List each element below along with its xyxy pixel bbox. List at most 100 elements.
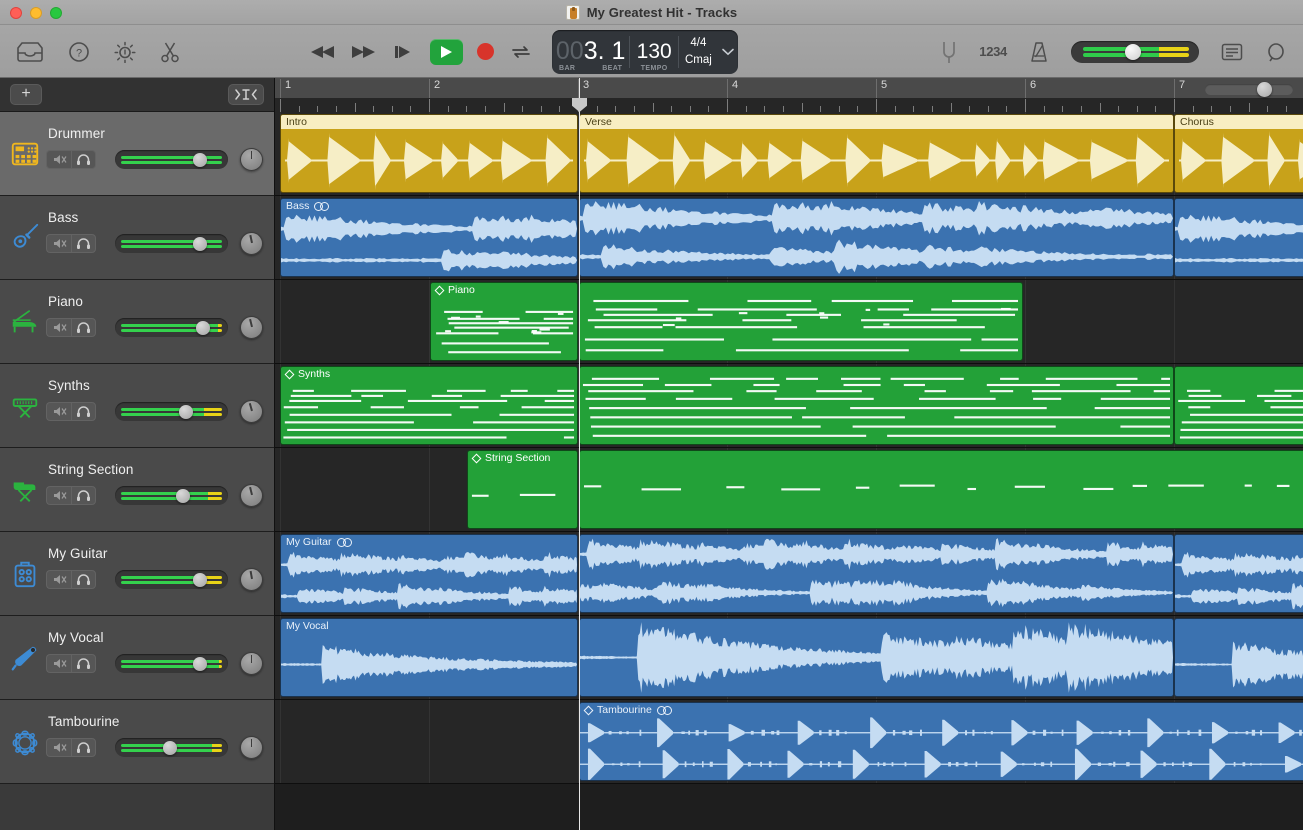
track-volume-fader[interactable] — [115, 318, 228, 337]
tuner-icon[interactable] — [941, 40, 957, 64]
region-my-guitar[interactable] — [579, 534, 1174, 613]
lane-my-guitar[interactable]: My Guitar My Guitar — [275, 532, 1303, 616]
mute-icon[interactable] — [46, 318, 71, 337]
master-volume-slider[interactable] — [1071, 41, 1199, 63]
solo-icon[interactable] — [71, 150, 96, 169]
smart-controls-icon[interactable] — [114, 41, 136, 63]
region-my-guitar[interactable]: My Guitar — [1174, 534, 1303, 613]
track-volume-fader[interactable] — [115, 738, 228, 757]
metronome-icon[interactable] — [1029, 41, 1049, 63]
region-synths[interactable] — [579, 366, 1174, 445]
rewind-button[interactable] — [310, 39, 336, 65]
mute-icon[interactable] — [46, 486, 71, 505]
mute-icon[interactable] — [46, 738, 71, 757]
minimize-button[interactable] — [30, 7, 42, 19]
track-pan-knob[interactable] — [240, 400, 263, 423]
region-tambourine[interactable]: Tambourine — [579, 702, 1303, 781]
solo-icon[interactable] — [71, 234, 96, 253]
mute-icon[interactable] — [46, 570, 71, 589]
track-header-string-section[interactable]: String Section — [0, 448, 274, 532]
solo-icon[interactable] — [71, 318, 96, 337]
lcd-signature-key[interactable]: 4/4 Cmaj — [679, 30, 718, 74]
region-my-guitar[interactable]: My Guitar — [280, 534, 578, 613]
lane-drummer[interactable]: Intro Verse Chorus — [275, 112, 1303, 196]
region-string-section[interactable]: String Section — [467, 450, 578, 529]
record-button[interactable] — [477, 43, 494, 60]
track-volume-fader[interactable] — [115, 486, 228, 505]
track-header-my-guitar[interactable]: My Guitar — [0, 532, 274, 616]
lane-synths[interactable]: Synths Synths — [275, 364, 1303, 448]
track-volume-fader[interactable] — [115, 150, 228, 169]
region-my-vocal[interactable]: My Vocal — [1174, 618, 1303, 697]
master-volume-knob[interactable] — [1125, 44, 1141, 60]
play-button[interactable] — [430, 39, 463, 65]
track-pan-knob[interactable] — [240, 736, 263, 759]
track-volume-fader[interactable] — [115, 234, 228, 253]
track-pan-knob[interactable] — [240, 316, 263, 339]
lcd-position[interactable]: 00 3. 1 BAR BEAT — [552, 30, 629, 74]
library-icon[interactable] — [16, 41, 44, 63]
region-my-vocal[interactable] — [579, 618, 1174, 697]
note-pad-icon[interactable] — [1221, 43, 1243, 61]
lane-my-vocal[interactable]: My Vocal My Vocal — [275, 616, 1303, 700]
track-volume-knob[interactable] — [193, 153, 207, 167]
track-volume-fader[interactable] — [115, 402, 228, 421]
cycle-button[interactable] — [508, 39, 534, 65]
track-header-drummer[interactable]: Drummer — [0, 112, 274, 196]
region-string-section[interactable] — [579, 450, 1303, 529]
lane-string-section[interactable]: String Section — [275, 448, 1303, 532]
track-pan-knob[interactable] — [240, 652, 263, 675]
zoom-slider[interactable] — [1205, 84, 1293, 95]
add-track-button[interactable]: + — [10, 84, 42, 105]
region-drummer[interactable]: Chorus — [1174, 114, 1303, 193]
track-pan-knob[interactable] — [240, 232, 263, 255]
region-bass[interactable]: Bass — [280, 198, 578, 277]
region-my-vocal[interactable]: My Vocal — [280, 618, 578, 697]
ruler[interactable]: 1234567 — [275, 78, 1303, 112]
chevron-down-icon[interactable] — [718, 30, 738, 74]
track-volume-knob[interactable] — [179, 405, 193, 419]
track-header-synths[interactable]: Synths — [0, 364, 274, 448]
track-header-bass[interactable]: Bass — [0, 196, 274, 280]
track-volume-knob[interactable] — [193, 573, 207, 587]
lane-tambourine[interactable]: Tambourine — [275, 700, 1303, 784]
solo-icon[interactable] — [71, 570, 96, 589]
mute-icon[interactable] — [46, 654, 71, 673]
editors-scissors-icon[interactable] — [160, 41, 180, 63]
solo-icon[interactable] — [71, 486, 96, 505]
track-pan-knob[interactable] — [240, 568, 263, 591]
track-volume-knob[interactable] — [163, 741, 177, 755]
track-volume-knob[interactable] — [176, 489, 190, 503]
help-icon[interactable]: ? — [68, 41, 90, 63]
go-to-beginning-button[interactable] — [390, 39, 416, 65]
track-volume-knob[interactable] — [193, 657, 207, 671]
track-volume-fader[interactable] — [115, 654, 228, 673]
close-button[interactable] — [10, 7, 22, 19]
mute-icon[interactable] — [46, 150, 71, 169]
track-pan-knob[interactable] — [240, 148, 263, 171]
solo-icon[interactable] — [71, 402, 96, 421]
lane-piano[interactable]: Piano — [275, 280, 1303, 364]
fit-tracks-icon[interactable] — [228, 84, 264, 105]
region-synths[interactable]: Synths — [280, 366, 578, 445]
region-synths[interactable]: Synths — [1174, 366, 1303, 445]
region-bass[interactable]: Bass — [1174, 198, 1303, 277]
track-pan-knob[interactable] — [240, 484, 263, 507]
track-header-tambourine[interactable]: Tambourine — [0, 700, 274, 784]
mute-icon[interactable] — [46, 402, 71, 421]
solo-icon[interactable] — [71, 654, 96, 673]
lcd-display[interactable]: 00 3. 1 BAR BEAT 130 TEMPO 4/4 Cmaj — [552, 30, 738, 74]
lane-bass[interactable]: Bass Bass — [275, 196, 1303, 280]
track-volume-fader[interactable] — [115, 570, 228, 589]
region-bass[interactable] — [579, 198, 1174, 277]
zoom-button[interactable] — [50, 7, 62, 19]
region-piano[interactable] — [579, 282, 1023, 361]
mute-icon[interactable] — [46, 234, 71, 253]
loop-browser-icon[interactable] — [1265, 42, 1287, 62]
solo-icon[interactable] — [71, 738, 96, 757]
track-header-my-vocal[interactable]: My Vocal — [0, 616, 274, 700]
track-header-piano[interactable]: Piano — [0, 280, 274, 364]
track-volume-knob[interactable] — [196, 321, 210, 335]
region-drummer[interactable]: Verse — [579, 114, 1174, 193]
fast-forward-button[interactable] — [350, 39, 376, 65]
